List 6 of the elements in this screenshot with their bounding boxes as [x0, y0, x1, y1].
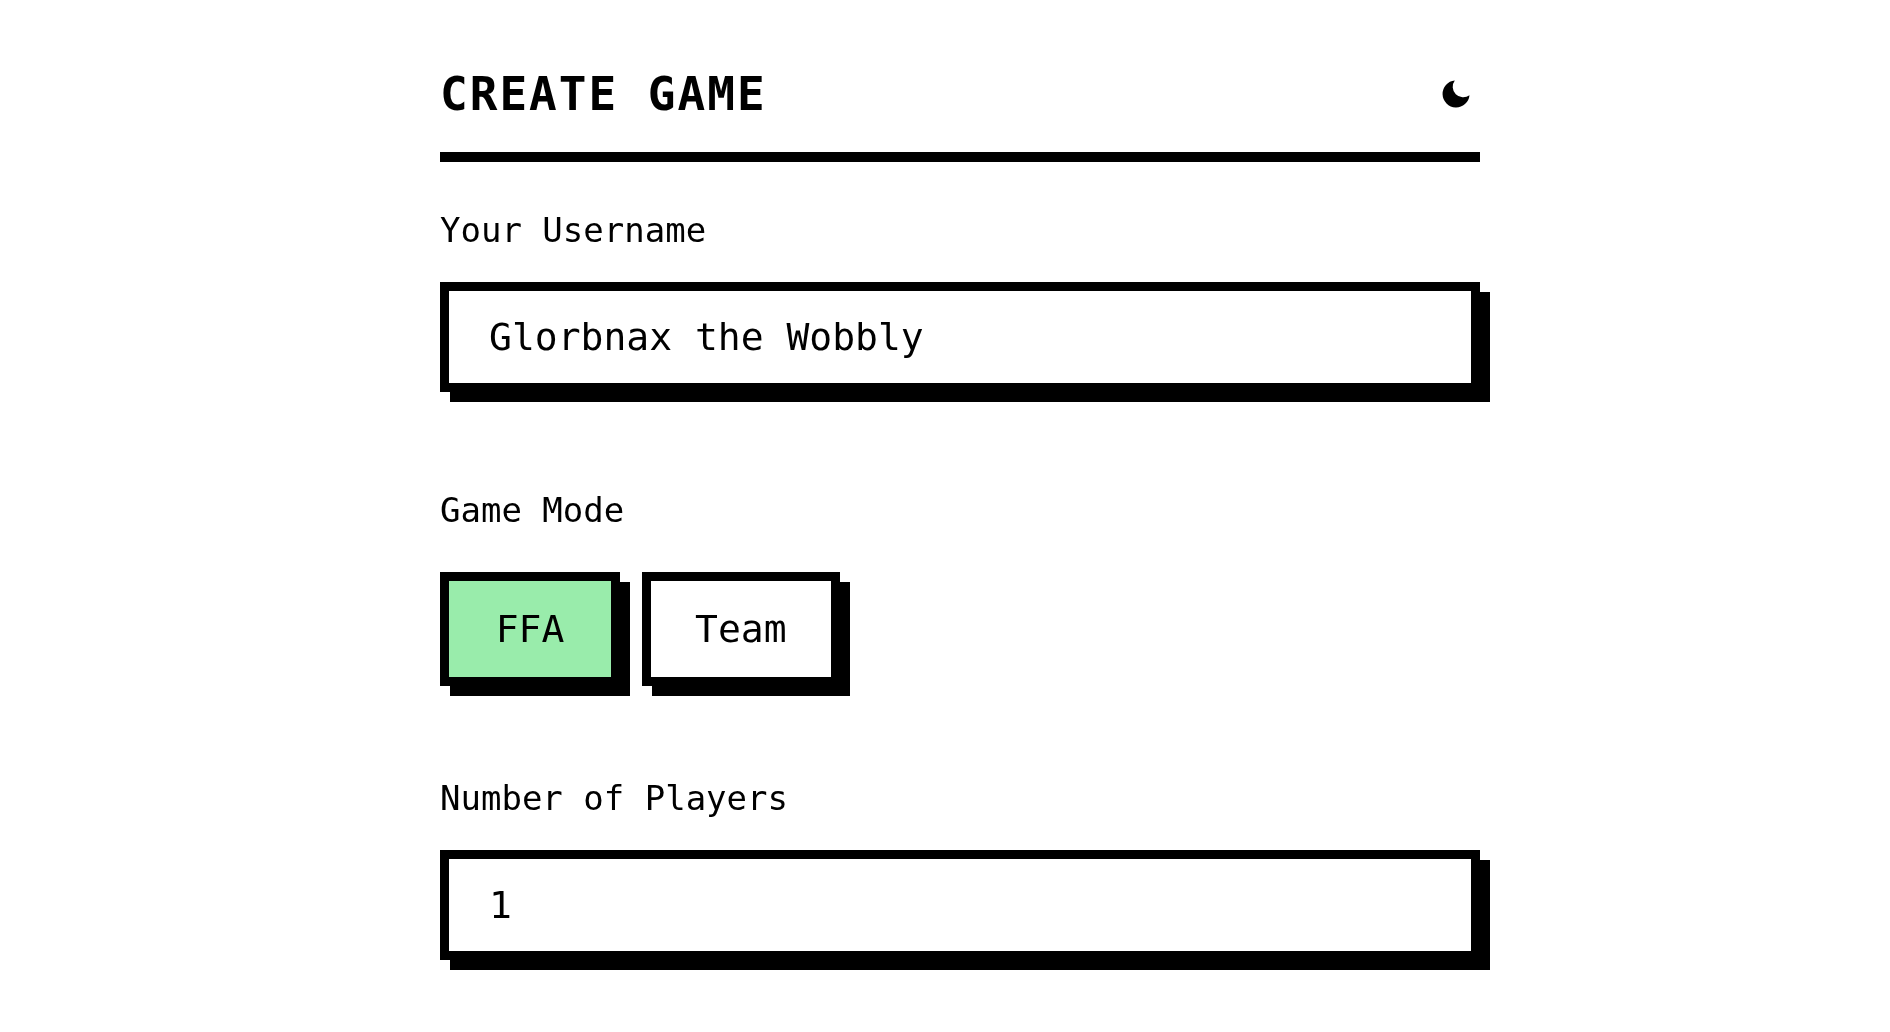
- field-label: Your Username: [440, 210, 708, 250]
- field-label: Game Mode: [440, 490, 626, 530]
- input-field[interactable]: 1: [440, 850, 1480, 960]
- page-title: CREATE GAME: [440, 66, 767, 122]
- field-label: Number of Players: [440, 778, 789, 818]
- input-field[interactable]: Glorbnax the Wobbly: [440, 282, 1480, 392]
